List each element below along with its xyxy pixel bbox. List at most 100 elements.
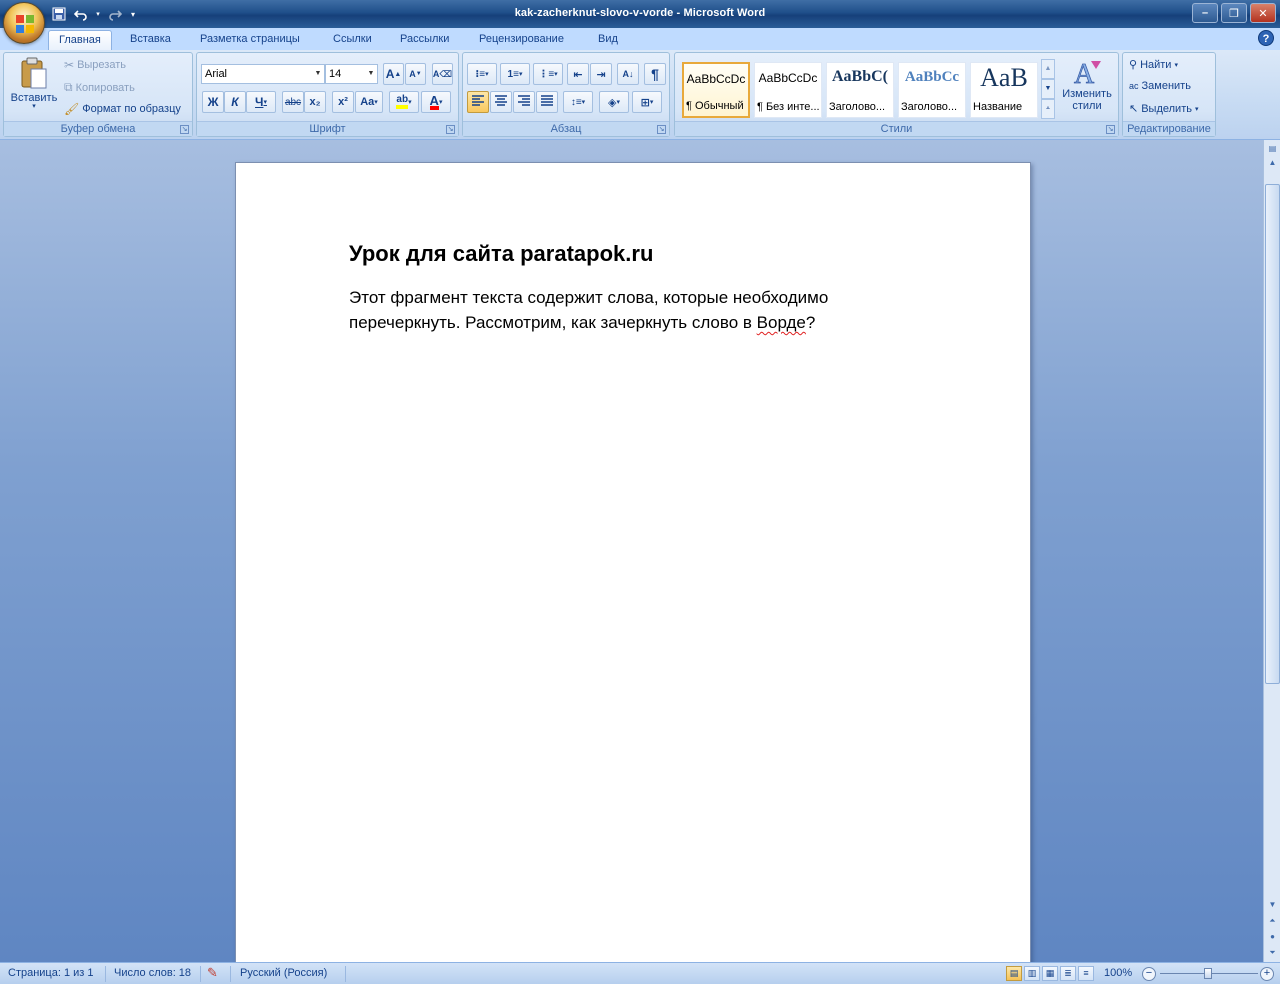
italic-button[interactable]: К xyxy=(224,91,246,113)
clipboard-launcher-icon[interactable]: ↘ xyxy=(180,125,189,134)
style-title[interactable]: AaB Название xyxy=(970,62,1038,118)
style-heading-2[interactable]: AaBbCc Заголово... xyxy=(898,62,966,118)
scroll-down-icon[interactable]: ▼ xyxy=(1265,898,1280,912)
paste-button[interactable]: Вставить ▾ xyxy=(8,57,60,110)
font-size-value: 14 xyxy=(329,68,342,80)
ruler-toggle-icon[interactable]: ▤ xyxy=(1265,142,1280,156)
pilcrow-icon: ¶ xyxy=(651,66,659,82)
bullets-button[interactable]: ⁝≡ ▾ xyxy=(467,63,497,85)
ribbon-tabs: Главная Вставка Разметка страницы Ссылки… xyxy=(0,28,1280,50)
justify-button[interactable] xyxy=(536,91,558,113)
format-painter-button[interactable]: 🖌 Формат по образцу xyxy=(64,102,181,116)
document-page[interactable]: Урок для сайта paratapok.ru Этот фрагмен… xyxy=(235,162,1031,962)
full-screen-reading-view-icon[interactable]: ▥ xyxy=(1024,966,1040,981)
close-button[interactable]: ✕ xyxy=(1250,3,1276,23)
cut-label: Вырезать xyxy=(77,59,126,71)
highlight-color-button[interactable]: ab ▾ xyxy=(389,91,419,113)
copy-button[interactable]: ⧉ Копировать xyxy=(64,80,135,95)
font-color-button[interactable]: A ▾ xyxy=(421,91,451,113)
underline-button[interactable]: Ч ▾ xyxy=(246,91,276,113)
show-formatting-button[interactable]: ¶ xyxy=(644,63,666,85)
restore-button[interactable]: ❐ xyxy=(1221,3,1247,23)
zoom-in-icon[interactable]: + xyxy=(1260,967,1274,981)
document-area: Урок для сайта paratapok.ru Этот фрагмен… xyxy=(0,140,1263,962)
previous-page-icon[interactable]: ⏶ xyxy=(1265,914,1280,928)
tab-review[interactable]: Рецензирование xyxy=(469,30,574,50)
select-button[interactable]: ↖ Выделить ▾ xyxy=(1129,102,1198,116)
paragraph-group-title: Абзац xyxy=(463,121,669,136)
strikethrough-button[interactable]: abc xyxy=(282,91,304,113)
zoom-level[interactable]: 100% xyxy=(1104,967,1132,979)
replace-button[interactable]: ac Заменить xyxy=(1129,80,1191,92)
window-title: kak-zacherknut-slovo-v-vorde - Microsoft… xyxy=(0,7,1280,19)
style-no-spacing[interactable]: AaBbCcDc ¶ Без инте... xyxy=(754,62,822,118)
tab-page-layout[interactable]: Разметка страницы xyxy=(190,30,310,50)
paragraph-end: ? xyxy=(805,313,816,332)
office-button[interactable] xyxy=(3,2,45,44)
shrink-font-button[interactable]: A ▼ xyxy=(405,63,426,85)
style-sample: AaB xyxy=(980,63,1028,92)
zoom-slider-knob[interactable] xyxy=(1204,968,1212,979)
tab-mailings[interactable]: Рассылки xyxy=(390,30,459,50)
grow-font-button[interactable]: A ▲ xyxy=(383,63,404,85)
outline-view-icon[interactable]: ≣ xyxy=(1060,966,1076,981)
minimize-button[interactable]: – xyxy=(1192,3,1218,23)
font-name-combo[interactable]: Arial ▼ xyxy=(201,64,325,84)
paragraph-launcher-icon[interactable]: ↘ xyxy=(657,125,666,134)
proofing-icon[interactable]: ✎ xyxy=(207,965,218,981)
font-name-dropdown-icon: ▼ xyxy=(314,70,322,77)
print-layout-view-icon[interactable]: ▤ xyxy=(1006,966,1022,981)
status-word-count[interactable]: Число слов: 18 xyxy=(114,967,191,979)
gallery-up-icon[interactable]: ▲ xyxy=(1041,59,1055,79)
increase-indent-button[interactable]: ⇥ xyxy=(590,63,612,85)
status-language[interactable]: Русский (Россия) xyxy=(240,967,327,979)
shading-button[interactable]: ◈ ▾ xyxy=(599,91,629,113)
cut-button[interactable]: ✂ Вырезать xyxy=(64,58,126,72)
sort-button[interactable]: A↓ xyxy=(617,63,639,85)
clear-formatting-button[interactable]: A⌫ xyxy=(432,63,453,85)
tab-view[interactable]: Вид xyxy=(588,30,628,50)
decrease-indent-button[interactable]: ⇤ xyxy=(567,63,589,85)
tab-insert[interactable]: Вставка xyxy=(120,30,181,50)
superscript-button[interactable]: x² xyxy=(332,91,354,113)
font-name-value: Arial xyxy=(205,68,228,80)
subscript-button[interactable]: x₂ xyxy=(304,91,326,113)
style-heading-1[interactable]: AaBbC( Заголово... xyxy=(826,62,894,118)
help-icon[interactable]: ? xyxy=(1258,30,1274,46)
title-separator: - xyxy=(673,7,684,19)
misspelled-word[interactable]: Ворде xyxy=(757,313,806,332)
borders-button[interactable]: ⊞ ▾ xyxy=(632,91,662,113)
status-page-count[interactable]: Страница: 1 из 1 xyxy=(8,967,94,979)
bold-button[interactable]: Ж xyxy=(202,91,224,113)
scroll-thumb[interactable] xyxy=(1265,184,1280,684)
font-launcher-icon[interactable]: ↘ xyxy=(446,125,455,134)
document-heading[interactable]: Урок для сайта paratapok.ru xyxy=(349,241,653,267)
tab-references[interactable]: Ссылки xyxy=(323,30,382,50)
change-styles-button[interactable]: A Изменить стили xyxy=(1059,57,1115,112)
zoom-out-icon[interactable]: − xyxy=(1142,967,1156,981)
style-normal[interactable]: AaBbCcDc ¶ Обычный xyxy=(682,62,750,118)
tab-home[interactable]: Главная xyxy=(48,30,112,50)
numbering-button[interactable]: 1≡ ▾ xyxy=(500,63,530,85)
gallery-down-icon[interactable]: ▼ xyxy=(1041,79,1055,99)
next-page-icon[interactable]: ⏷ xyxy=(1265,946,1280,960)
styles-launcher-icon[interactable]: ↘ xyxy=(1106,125,1115,134)
multilevel-list-button[interactable]: ⋮≡ ▾ xyxy=(533,63,563,85)
align-right-button[interactable] xyxy=(513,91,535,113)
font-size-combo[interactable]: 14 ▼ xyxy=(325,64,378,84)
change-case-label: Aa xyxy=(360,96,375,108)
align-center-button[interactable] xyxy=(490,91,512,113)
document-paragraph[interactable]: Этот фрагмент текста содержит слова, кот… xyxy=(349,285,909,335)
align-left-button[interactable] xyxy=(467,91,489,113)
line-spacing-button[interactable]: ↕≡ ▾ xyxy=(563,91,593,113)
change-styles-icon: A xyxy=(1074,59,1101,87)
change-case-button[interactable]: Aa ▾ xyxy=(355,91,383,113)
group-styles: AaBbCcDc ¶ Обычный AaBbCcDc ¶ Без инте..… xyxy=(674,52,1119,137)
find-button[interactable]: ⚲ Найти ▾ xyxy=(1129,58,1178,72)
gallery-more-icon[interactable]: ⩡ xyxy=(1041,99,1055,119)
web-layout-view-icon[interactable]: ▦ xyxy=(1042,966,1058,981)
select-browse-object-icon[interactable]: ● xyxy=(1265,930,1280,944)
scroll-up-icon[interactable]: ▲ xyxy=(1265,156,1280,170)
vertical-scrollbar[interactable]: ▤ ▲ ▼ ⏶ ● ⏷ xyxy=(1263,140,1280,962)
draft-view-icon[interactable]: ≡ xyxy=(1078,966,1094,981)
